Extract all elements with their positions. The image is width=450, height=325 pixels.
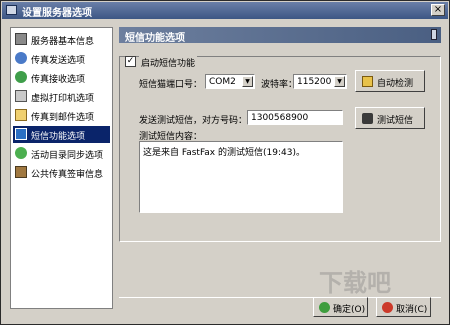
settings-window: 设置服务器选项 × 服务器基本信息 传真发送选项 传真接收选项 虚拟打印机选项 … [0,0,450,325]
baud-select[interactable]: 115200 ▼ [293,74,347,89]
port-value: COM2 [209,77,236,87]
cancel-icon [382,302,393,313]
sms-send-icon [362,113,373,124]
port-select[interactable]: COM2 ▼ [205,74,255,89]
window-title: 设置服务器选项 [22,8,92,19]
sidebar: 服务器基本信息 传真发送选项 传真接收选项 虚拟打印机选项 传真到邮件选项 短信… [10,27,113,309]
sms-content-textarea[interactable]: 这是来自 FastFax 的测试短信(19:43)。 [139,141,343,213]
title-bar: 设置服务器选项 × [2,2,448,19]
port-label: 短信猫端口号： [139,80,203,90]
cancel-button[interactable]: 取消(C) [376,297,431,317]
mail-icon [15,109,27,121]
sidebar-item-fax-receive[interactable]: 传真接收选项 [13,69,110,86]
ok-button[interactable]: 确定(O) [313,297,368,317]
sidebar-item-sms[interactable]: 短信功能选项 [13,126,110,143]
watermark: 下载吧 [319,269,391,297]
chevron-down-icon: ▼ [334,76,345,87]
fax-receive-icon [15,71,27,83]
sync-icon [15,147,27,159]
panel-badge-icon [431,29,437,40]
app-icon [6,5,17,15]
panel-title: 短信功能选项 [125,33,185,44]
auto-detect-button[interactable]: 自动检测 [355,70,425,92]
baud-value: 115200 [297,77,332,87]
test-sms-button[interactable]: 测试短信 [355,107,425,129]
sms-options-panel: 短信功能选项 ✓ 启动短信功能 短信猫端口号： COM2 ▼ 波特率： 1152… [119,27,441,297]
chevron-down-icon: ▼ [242,76,253,87]
sidebar-item-fax-to-mail[interactable]: 传真到邮件选项 [13,107,110,124]
phone-input[interactable]: 1300568900 [247,110,343,125]
fax-send-icon [15,52,27,64]
enable-sms-label: 启动短信功能 [139,56,198,69]
sidebar-item-ad-sync[interactable]: 活动目录同步选项 [13,145,110,162]
sms-icon [15,128,27,140]
detect-icon [362,76,373,87]
tree-icon [15,166,27,178]
sidebar-item-fax-send[interactable]: 传真发送选项 [13,50,110,67]
panel-header: 短信功能选项 [119,27,441,44]
baud-label: 波特率： [261,80,298,90]
test-send-label: 发送测试短信，对方号码： [139,116,248,126]
printer-icon [15,90,27,102]
sidebar-item-public-fax[interactable]: 公共传真签审信息 [13,164,110,181]
enable-sms-checkbox[interactable]: ✓ [125,56,136,67]
close-button[interactable]: × [431,4,445,16]
sidebar-item-virtual-printer[interactable]: 虚拟打印机选项 [13,88,110,105]
check-icon [319,302,330,313]
sidebar-item-server-info[interactable]: 服务器基本信息 [13,31,110,48]
server-icon [15,33,27,45]
